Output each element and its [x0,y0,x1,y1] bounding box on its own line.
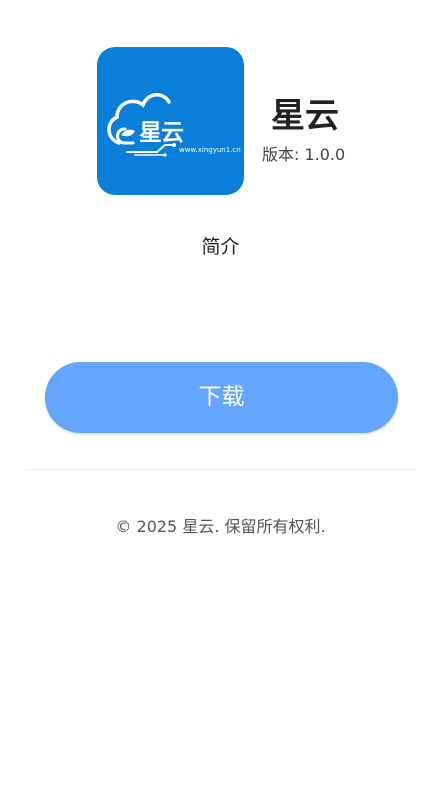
icon-brand-text: 星云 [139,120,184,146]
icon-url-text: www.xingyun1.cn [179,146,241,154]
intro-heading: 简介 [201,236,240,258]
app-header: 星云 www.xingyun1.cn 星云 版本: 1.0.0 [0,0,441,220]
copyright-text: © 2025 星云. 保留所有权利. [115,517,326,536]
app-title: 星云 [271,96,339,136]
app-logo-icon: 星云 www.xingyun1.cn [97,47,244,195]
divider [25,469,416,470]
app-version: 版本: 1.0.0 [262,145,346,164]
download-button[interactable]: 下载 [45,362,398,433]
